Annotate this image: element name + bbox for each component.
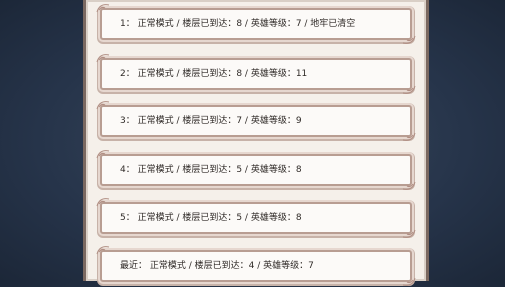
- record-text: 最近： 正常模式 / 楼层已到达：4 / 英雄等级：7: [120, 261, 314, 271]
- corner-ornament-icon: [402, 277, 416, 286]
- record-text: 5： 正常模式 / 楼层已到达：5 / 英雄等级：8: [120, 213, 302, 223]
- corner-ornament-icon: [402, 35, 416, 44]
- record-text: 1： 正常模式 / 楼层已到达：8 / 英雄等级：7 / 地牢已清空: [120, 19, 356, 29]
- corner-ornament-icon: [402, 85, 416, 94]
- corner-ornament-icon: [96, 101, 110, 110]
- record-text: 4： 正常模式 / 楼层已到达：5 / 英雄等级：8: [120, 165, 302, 175]
- records-panel: 1： 正常模式 / 楼层已到达：8 / 英雄等级：7 / 地牢已清空 2： 正常…: [83, 0, 429, 286]
- record-text: 2： 正常模式 / 楼层已到达：8 / 英雄等级：11: [120, 69, 308, 79]
- corner-ornament-icon: [96, 246, 110, 255]
- corner-ornament-icon: [96, 4, 110, 13]
- record-card-3[interactable]: 3： 正常模式 / 楼层已到达：7 / 英雄等级：9: [96, 101, 416, 141]
- corner-ornament-icon: [96, 198, 110, 207]
- record-card-2[interactable]: 2： 正常模式 / 楼层已到达：8 / 英雄等级：11: [96, 54, 416, 94]
- record-card-5[interactable]: 5： 正常模式 / 楼层已到达：5 / 英雄等级：8: [96, 198, 416, 238]
- corner-ornament-icon: [402, 132, 416, 141]
- record-card-recent[interactable]: 最近： 正常模式 / 楼层已到达：4 / 英雄等级：7: [96, 246, 416, 286]
- corner-ornament-icon: [96, 150, 110, 159]
- corner-ornament-icon: [402, 181, 416, 190]
- record-text: 3： 正常模式 / 楼层已到达：7 / 英雄等级：9: [120, 116, 302, 126]
- corner-ornament-icon: [402, 229, 416, 238]
- corner-ornament-icon: [96, 54, 110, 63]
- record-card-1[interactable]: 1： 正常模式 / 楼层已到达：8 / 英雄等级：7 / 地牢已清空: [96, 4, 416, 44]
- record-card-4[interactable]: 4： 正常模式 / 楼层已到达：5 / 英雄等级：8: [96, 150, 416, 190]
